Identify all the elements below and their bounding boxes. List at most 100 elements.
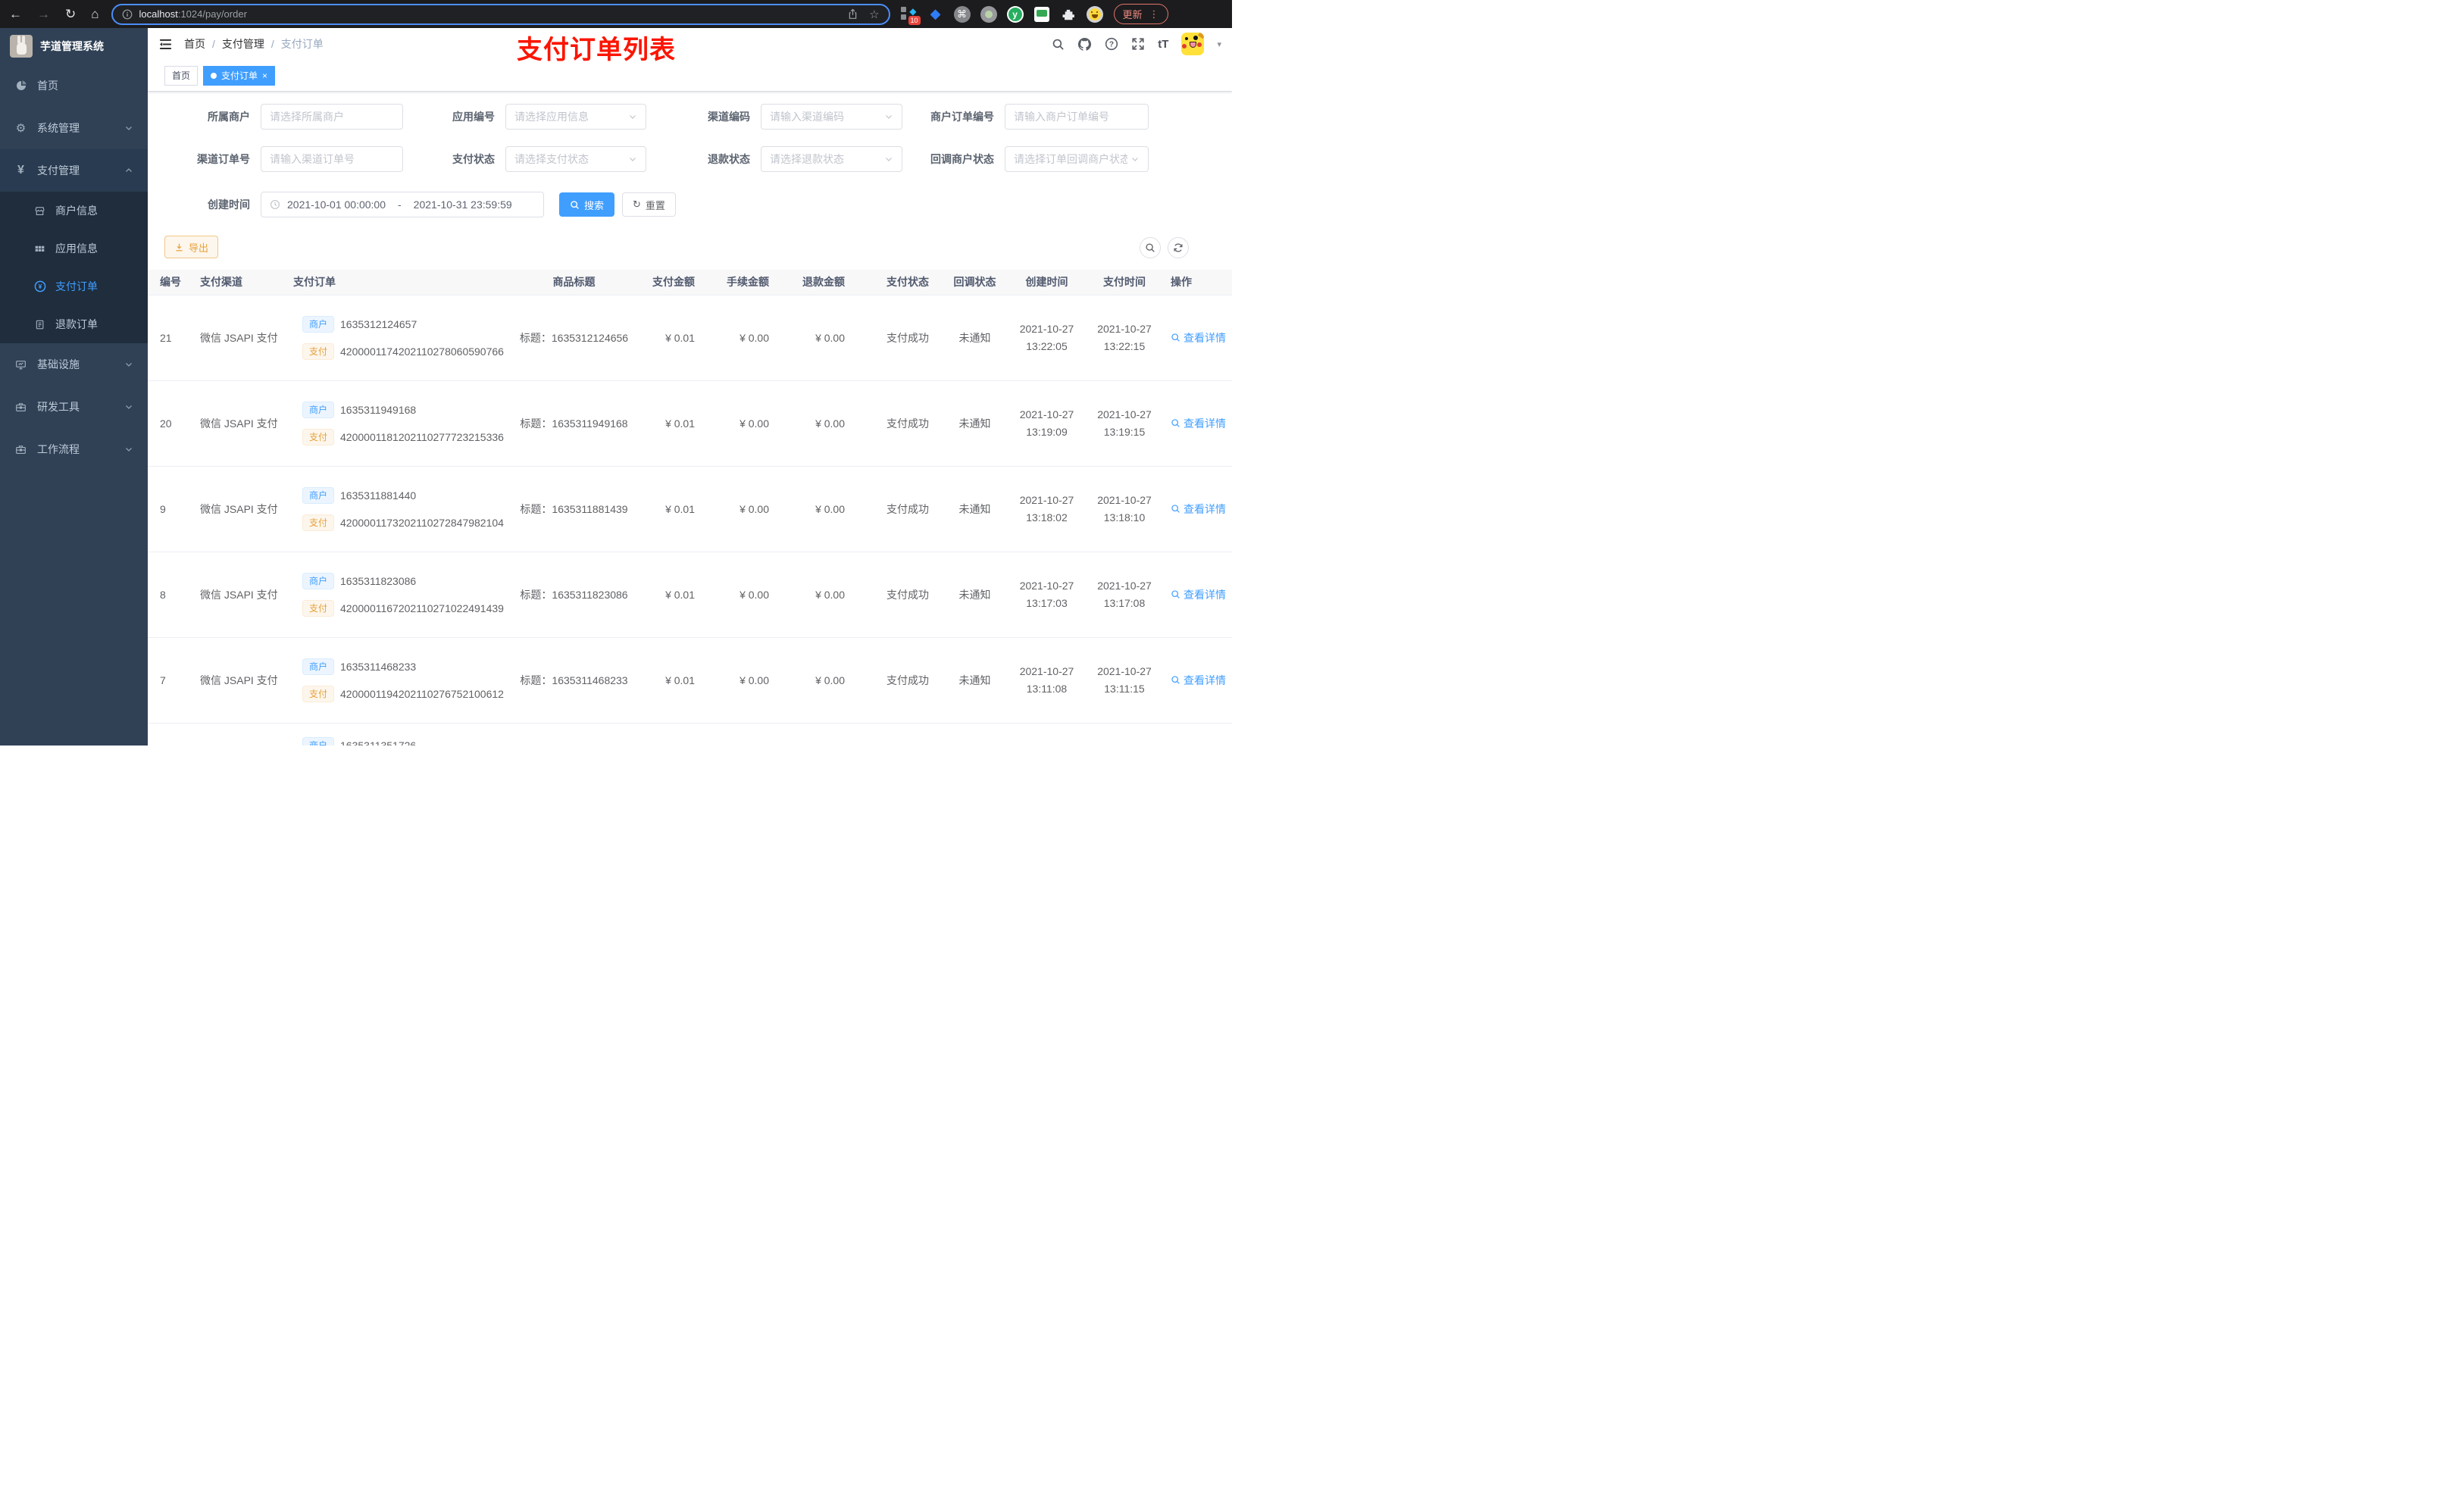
merchant-tag: 商户 xyxy=(302,572,335,589)
gear-icon: ⚙ xyxy=(15,122,27,135)
breadcrumb: 首页 / 支付管理 / 支付订单 xyxy=(184,36,324,52)
col-header-channel: 支付渠道 xyxy=(189,270,292,295)
view-detail-link[interactable]: 查看详情 xyxy=(1171,673,1226,688)
address-bar[interactable]: localhost:1024/pay/order ☆ xyxy=(111,3,890,25)
sidebar-item-home[interactable]: 首页 xyxy=(0,64,148,107)
page-content: 所属商户 请选择所属商户 应用编号 请选择应用信息 渠道编码 请输入渠道编码 商… xyxy=(148,92,1232,746)
help-icon[interactable]: ? xyxy=(1105,37,1118,51)
merchant-order-no-input[interactable]: 请输入商户订单编号 xyxy=(1005,104,1149,130)
sidebar-item-label: 首页 xyxy=(37,80,58,92)
sidebar-item-app-info[interactable]: 应用信息 xyxy=(0,230,148,267)
filter-label: 所属商户 xyxy=(208,111,250,123)
url-host: localhost xyxy=(139,8,178,20)
breadcrumb-pay-order: 支付订单 xyxy=(280,38,324,50)
search-button[interactable]: 搜索 xyxy=(559,192,615,217)
close-icon[interactable]: × xyxy=(262,70,267,81)
col-header-notify: 回调状态 xyxy=(942,270,1008,295)
extension-y-icon[interactable]: y xyxy=(1006,5,1024,23)
browser-menu-icon[interactable]: ⋮ xyxy=(1149,8,1159,20)
github-icon[interactable] xyxy=(1077,37,1092,52)
orders-table: 编号 支付渠道 支付订单 商品标题 支付金额 手续金额 退款金额 支付状态 回调… xyxy=(148,270,1232,746)
logo-avatar xyxy=(10,35,33,58)
breadcrumb-home[interactable]: 首页 xyxy=(184,36,205,52)
share-icon[interactable] xyxy=(847,8,858,20)
page-title: 支付订单列表 xyxy=(517,36,676,64)
table-row: 7 微信 JSAPI 支付 商户 1635311468233 支付 42000011… xyxy=(148,637,1232,724)
sidebar-logo[interactable]: 芋道管理系统 xyxy=(0,28,148,64)
sidebar-item-label: 工作流程 xyxy=(37,443,80,455)
top-navbar: 首页 / 支付管理 / 支付订单 支付订单列表 ? tT ▾ xyxy=(148,28,1232,64)
extension-command-icon[interactable]: ⌘ xyxy=(953,5,971,23)
sidebar-item-label: 退款订单 xyxy=(55,318,98,330)
app-select[interactable]: 请选择应用信息 xyxy=(505,104,646,130)
user-menu-caret-icon[interactable]: ▾ xyxy=(1217,39,1221,49)
col-header-title: 商品标题 xyxy=(504,270,644,295)
browser-reload-icon[interactable]: ↻ xyxy=(65,8,76,20)
user-avatar[interactable] xyxy=(1181,33,1205,55)
date-start: 2021-10-01 00:00:00 xyxy=(287,198,386,211)
refresh-icon: ↻ xyxy=(633,198,641,210)
sidebar-item-pay-order[interactable]: ¥ 支付订单 xyxy=(0,267,148,305)
sidebar-item-merchant-info[interactable]: 商户信息 xyxy=(0,192,148,230)
font-size-icon[interactable]: tT xyxy=(1158,38,1168,51)
refresh-table-button[interactable] xyxy=(1168,237,1189,258)
status-badge: 支付成功 xyxy=(874,380,942,467)
reset-button[interactable]: ↻ 重置 xyxy=(622,192,676,217)
breadcrumb-payment[interactable]: 支付管理 xyxy=(222,36,264,52)
sidebar-item-refund-order[interactable]: 退款订单 xyxy=(0,305,148,343)
browser-back-icon[interactable]: ← xyxy=(9,8,22,20)
extension-badge: 10 xyxy=(908,15,921,25)
col-header-amount: 支付金额 xyxy=(644,270,724,295)
browser-home-icon[interactable]: ⌂ xyxy=(91,8,98,20)
extensions-puzzle-icon[interactable] xyxy=(1060,6,1077,23)
merchant-tag: 商户 xyxy=(302,486,335,504)
browser-toolbar: ← → ↻ ⌂ localhost:1024/pay/order ☆ ◆ 10 … xyxy=(0,0,1232,28)
extension-gem-icon[interactable]: ◆ xyxy=(927,6,944,23)
table-row: 20 微信 JSAPI 支付 商户 1635311949168 支付 4200001… xyxy=(148,380,1232,467)
extension-chat-icon[interactable] xyxy=(1033,6,1050,23)
bookmark-star-icon[interactable]: ☆ xyxy=(869,8,879,21)
sidebar-item-payment[interactable]: ¥ 支付管理 xyxy=(0,149,148,192)
sidebar-item-label: 应用信息 xyxy=(55,242,98,255)
sidebar-item-infra[interactable]: 基础设施 xyxy=(0,343,148,386)
extension-diamond-icon[interactable]: ◆ 10 xyxy=(900,6,921,25)
col-header-create-time: 创建时间 xyxy=(1008,270,1086,295)
status-badge: 支付成功 xyxy=(874,295,942,381)
callback-status-select[interactable]: 请选择订单回调商户状态 xyxy=(1005,146,1149,172)
search-icon[interactable] xyxy=(1052,38,1065,51)
sidebar-item-workflow[interactable]: 工作流程 xyxy=(0,428,148,470)
export-button[interactable]: 导出 xyxy=(164,236,219,258)
sidebar-item-system[interactable]: ⚙ 系统管理 xyxy=(0,107,148,149)
pay-status-select[interactable]: 请选择支付状态 xyxy=(505,146,646,172)
yen-icon: ¥ xyxy=(17,164,24,177)
clock-icon xyxy=(270,199,280,210)
sidebar-item-dev-tools[interactable]: 研发工具 xyxy=(0,386,148,428)
sidebar-submenu-payment: 商户信息 应用信息 ¥ 支付订单 退款订单 xyxy=(0,192,148,343)
profile-smiley-icon[interactable] xyxy=(1086,5,1103,23)
view-detail-link[interactable]: 查看详情 xyxy=(1171,330,1226,345)
tab-pay-order[interactable]: 支付订单 × xyxy=(203,65,276,86)
merchant-tag: 商户 xyxy=(302,658,335,675)
date-end: 2021-10-31 23:59:59 xyxy=(413,198,512,211)
merchant-input[interactable]: 请选择所属商户 xyxy=(261,104,403,130)
view-detail-link[interactable]: 查看详情 xyxy=(1171,502,1226,517)
site-info-icon[interactable] xyxy=(122,9,133,20)
sidebar: 芋道管理系统 首页 ⚙ 系统管理 ¥ 支付管理 商户信息 应用信息 ¥ 支付订单… xyxy=(0,28,148,746)
browser-update-button[interactable]: 更新 ⋮ xyxy=(1113,4,1168,24)
chevron-down-icon xyxy=(1130,155,1140,164)
filter-label: 支付状态 xyxy=(452,153,495,165)
tab-home[interactable]: 首页 xyxy=(164,65,199,86)
fullscreen-icon[interactable] xyxy=(1131,37,1145,51)
status-badge: 支付成功 xyxy=(874,637,942,724)
toggle-search-button[interactable] xyxy=(1140,237,1161,258)
col-header-refund: 退款金额 xyxy=(798,270,874,295)
channel-order-no-input[interactable]: 请输入渠道订单号 xyxy=(261,146,403,172)
extension-dot-icon[interactable] xyxy=(980,5,997,23)
browser-forward-icon[interactable]: → xyxy=(37,8,50,20)
briefcase-icon xyxy=(14,444,27,455)
create-time-range-input[interactable]: 2021-10-01 00:00:00 - 2021-10-31 23:59:5… xyxy=(261,192,544,217)
url-path: :1024/pay/order xyxy=(177,8,247,20)
view-detail-link[interactable]: 查看详情 xyxy=(1171,416,1226,431)
view-detail-link[interactable]: 查看详情 xyxy=(1171,587,1226,602)
sidebar-toggle-icon[interactable] xyxy=(158,38,173,51)
